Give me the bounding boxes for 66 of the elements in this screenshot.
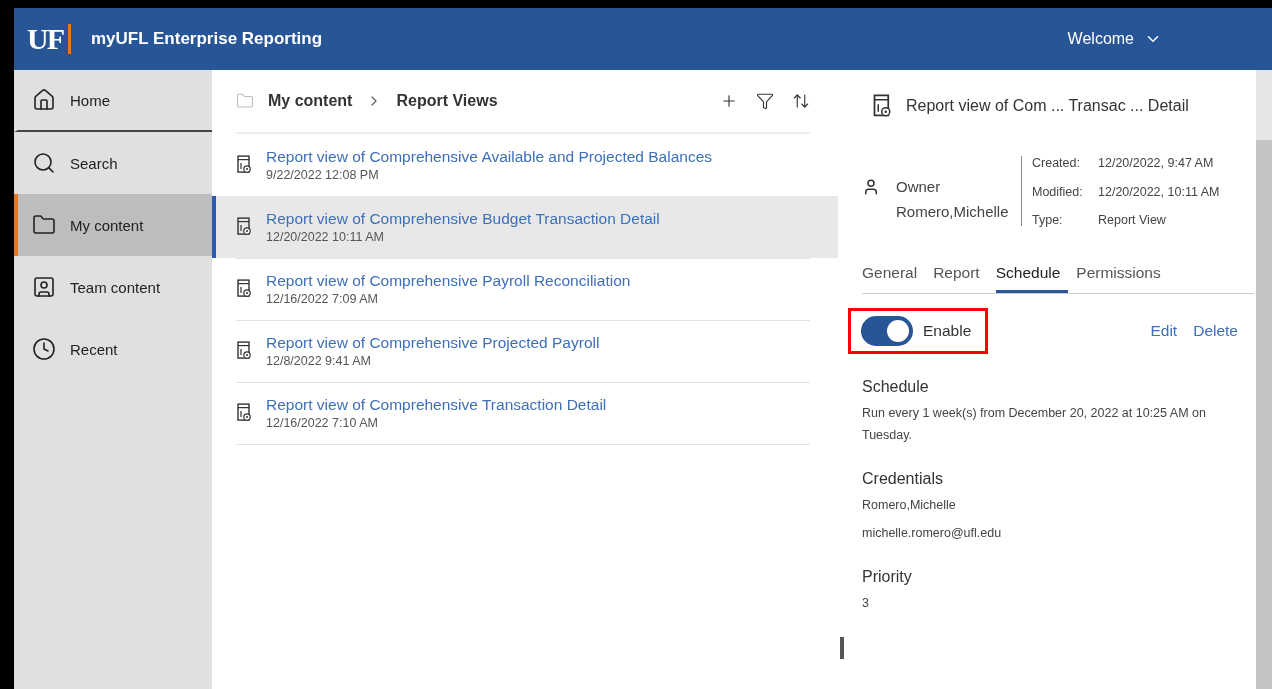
panel-title: Report view of Com ... Transac ... Detail [906,97,1189,115]
report-link[interactable]: Report view of Comprehensive Transaction Detail [266,395,607,414]
search-icon [32,151,56,175]
app-title: myUFL Enterprise Reporting [91,29,323,49]
action-link[interactable]: Edit [1150,322,1178,340]
meta-label: Type: [1032,213,1064,230]
report-view-icon [236,402,252,423]
folder-icon [32,213,56,237]
tab[interactable]: General [862,258,926,293]
meta-label: Created: [1032,156,1081,172]
list-row[interactable]: Report view of Comprehensive Budget Transaction Detail 12/20/2022 10:11 AM [212,196,838,258]
owner-name: Romero,Michelle [896,203,1009,220]
list-row[interactable]: Report view of Comprehensive Payroll Reconciliation 12/16/2022 7:09 AM [212,258,838,320]
meta-value: Report View [1098,213,1167,230]
report-link[interactable]: Report view of Comprehensive Available and Projected Balances [266,147,713,166]
enable-toggle[interactable] [861,316,913,346]
action-link[interactable]: Delete [1193,322,1238,340]
modified-date: 12/16/2022 7:09 AM [266,291,379,306]
sidebar-item[interactable]: Home [14,70,212,132]
home-icon [32,88,56,112]
modified-date: 12/8/2022 9:41 AM [266,353,372,368]
section-heading: Priority [862,568,913,586]
tab[interactable]: Report [933,258,988,293]
report-view-icon [236,340,252,361]
breadcrumb-item: Report Views [396,92,498,110]
tab[interactable]: Permissions [1076,258,1169,293]
list-row[interactable]: Report view of Comprehensive Transaction Detail 12/16/2022 7:10 AM [212,382,838,444]
meta-value: 12/20/2022, 10:11 AM [1098,184,1221,201]
report-view-icon [236,278,252,299]
report-view-icon [236,216,252,237]
welcome-menu[interactable]: Welcome [1067,30,1162,48]
section-text: michelle.romero@ufl.edu [862,525,1003,542]
section-heading: Schedule [862,378,930,396]
user-icon [862,178,880,196]
modified-date: 9/22/2022 12:08 PM [266,167,380,182]
logo: UF [27,24,71,54]
modified-date: 12/20/2022 10:11 AM [266,229,385,244]
section-text: Run every 1 week(s) from December 20, 2022 at 10:25 AM on Tuesday. [862,405,1207,444]
sort-icon[interactable] [792,92,810,110]
report-link[interactable]: Report view of Comprehensive Projected Payroll [266,333,600,352]
scrollbar[interactable] [1256,140,1272,689]
report-view-icon [872,94,892,118]
meta-value: 12/20/2022, 9:47 AM [1098,156,1215,172]
section-text: Romero,Michelle [862,497,957,514]
breadcrumb-item[interactable]: My content [268,92,353,110]
toggle-label: Enable [923,322,972,340]
modified-date: 12/16/2022 7:10 AM [266,415,379,430]
section-text: 3 [862,595,870,612]
filter-icon[interactable] [756,92,774,110]
report-link[interactable]: Report view of Comprehensive Budget Transaction Detail [266,209,660,228]
folder-icon [236,92,254,110]
list-row[interactable]: Report view of Comprehensive Projected Payroll 12/8/2022 9:41 AM [212,320,838,382]
sidebar-item[interactable]: My content [14,194,212,256]
report-view-icon [236,154,252,175]
meta-label: Modified: [1032,184,1084,201]
sidebar-item[interactable]: Recent [14,318,212,380]
user-folder-icon [32,275,56,299]
sidebar-item[interactable]: Search [14,132,212,194]
report-link[interactable]: Report view of Comprehensive Payroll Reconciliation [266,271,631,290]
add-icon[interactable] [720,92,738,110]
owner-label: Owner [896,178,942,195]
sidebar-item[interactable]: Team content [14,256,212,318]
splitter-handle[interactable] [840,637,844,659]
section-heading: Credentials [862,470,944,488]
tab[interactable]: Schedule [995,258,1069,293]
clock-icon [32,337,56,361]
